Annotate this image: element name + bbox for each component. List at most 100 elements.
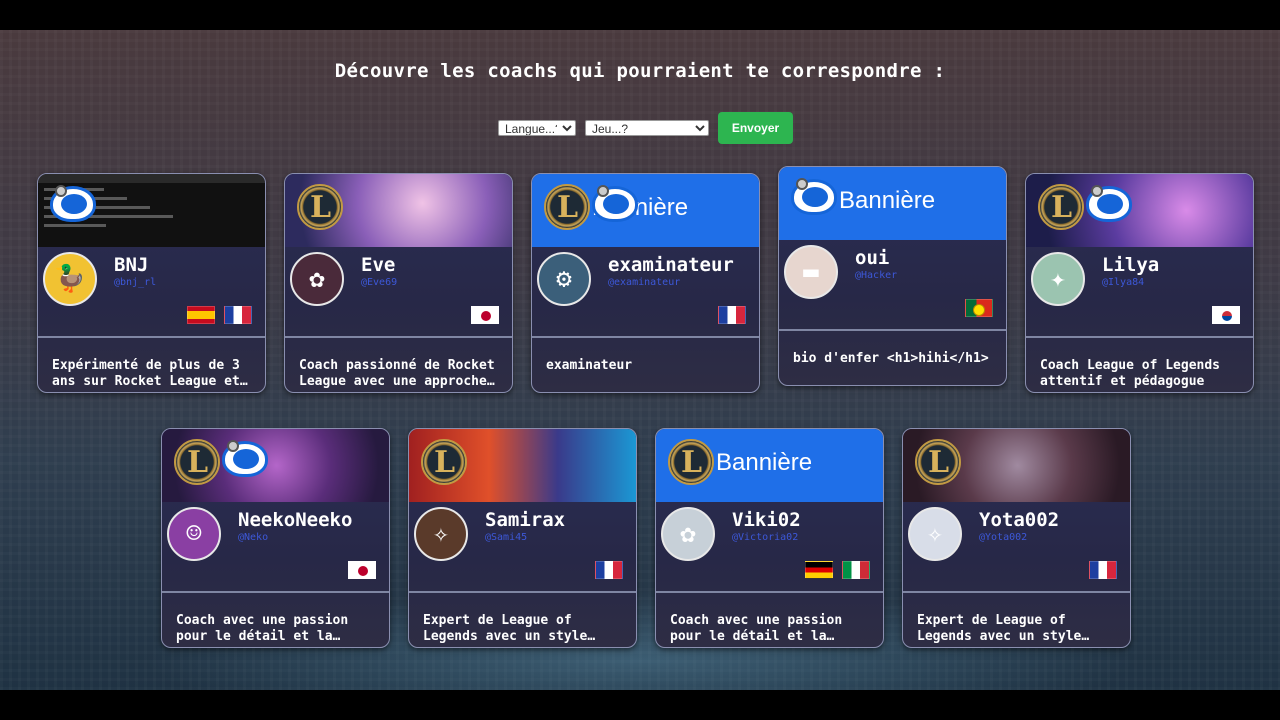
coach-card[interactable]: Bannière L ✿ Viki02 @Victoria02 Coach avec un… (655, 428, 884, 648)
language-flags (348, 561, 376, 579)
banner-text: Bannière (839, 187, 936, 214)
avatar[interactable]: ✿ (661, 507, 715, 561)
avatar-image: ✿ (309, 264, 325, 294)
coach-name[interactable]: Viki02 (732, 509, 801, 531)
league-of-legends-icon: L (174, 439, 220, 485)
coach-name[interactable]: BNJ (114, 254, 148, 276)
avatar[interactable]: ☺ (167, 507, 221, 561)
league-of-legends-icon: L (915, 439, 961, 485)
coach-name[interactable]: Lilya (1102, 254, 1159, 276)
flag-fr-icon (595, 561, 623, 579)
card-divider (285, 336, 512, 338)
coach-name[interactable]: examinateur (608, 254, 734, 276)
avatar-image: ✧ (433, 519, 449, 549)
league-of-legends-glyph: L (310, 190, 332, 225)
rocket-league-icon (222, 440, 268, 477)
coach-name[interactable]: NeekoNeeko (238, 509, 352, 531)
league-of-legends-glyph: L (1051, 190, 1073, 225)
rocket-league-ball (1091, 185, 1103, 197)
language-flags (718, 306, 746, 324)
flag-kr-icon (1212, 306, 1240, 324)
rocket-league-ball (597, 185, 609, 197)
rocket-league-ball (227, 440, 239, 452)
card-divider (779, 329, 1006, 331)
coach-name[interactable]: Eve (361, 254, 395, 276)
coach-handle[interactable]: @Victoria02 (732, 532, 798, 543)
coach-bio: Coach passionné de Rocket League avec un… (299, 358, 495, 389)
game-select[interactable]: Jeu...? (585, 120, 709, 136)
coach-handle[interactable]: @Yota002 (979, 532, 1027, 543)
avatar[interactable]: ✦ (1031, 252, 1085, 306)
avatar[interactable]: ✧ (908, 507, 962, 561)
coach-bio: Coach avec une passion pour le détail et… (176, 613, 349, 644)
avatar[interactable]: ✿ (290, 252, 344, 306)
coach-handle[interactable]: @examinateur (608, 277, 680, 288)
flag-fr-icon (224, 306, 252, 324)
coach-card[interactable]: 🦆 BNJ @bnj_rl Expérimenté de plus de 3 ans … (37, 173, 266, 393)
coach-card[interactable]: L ☺ NeekoNeeko @Neko Coach avec une passion … (161, 428, 390, 648)
coach-card[interactable]: Bannière L ⚙ examinateur @examinateur examina… (531, 173, 760, 393)
terminal-line (44, 224, 106, 227)
league-of-legends-icon: L (668, 439, 714, 485)
language-flags (595, 561, 623, 579)
avatar[interactable]: ▬ (784, 245, 838, 299)
language-flags (187, 306, 252, 324)
coach-card[interactable]: L ✧ Samirax @Sami45 Expert de League of Lege… (408, 428, 637, 648)
coach-card[interactable]: Bannière ▬ oui @Hacker bio d'enfer <h1>hihi<… (778, 166, 1007, 386)
card-divider (532, 336, 759, 338)
coach-discovery-page: Découvre les coachs qui pourraient te co… (0, 30, 1280, 690)
avatar-image: ✦ (1050, 264, 1066, 294)
coach-name[interactable]: oui (855, 247, 889, 269)
flag-jp-icon (348, 561, 376, 579)
avatar-image: ☺ (186, 519, 202, 549)
league-of-legends-glyph: L (187, 445, 209, 480)
rocket-league-icon (1086, 185, 1132, 222)
language-flags (471, 306, 499, 324)
coach-handle[interactable]: @Neko (238, 532, 268, 543)
rocket-league-shield (61, 194, 87, 214)
card-divider (409, 591, 636, 593)
coach-banner: L (285, 174, 512, 247)
coach-bio: Coach League of Legends attentif et péda… (1040, 358, 1221, 389)
coach-bio: Expert de League of Legends avec un styl… (423, 613, 588, 644)
page-title: Découvre les coachs qui pourraient te co… (334, 60, 946, 82)
language-select[interactable]: Langue...? (498, 120, 576, 136)
bottom-letterbox (0, 690, 1280, 720)
coach-banner: Bannière L (656, 429, 883, 502)
avatar[interactable]: ✧ (414, 507, 468, 561)
card-divider (38, 336, 265, 338)
flag-de-icon (805, 561, 833, 579)
coach-banner: L (1026, 174, 1253, 247)
avatar-image: ⚙ (556, 264, 572, 294)
coach-handle[interactable]: @bnj_rl (114, 277, 156, 288)
coach-card[interactable]: L ✦ Lilya @Ilya84 Coach League of Legends at… (1025, 173, 1254, 393)
rocket-league-ball (55, 185, 67, 197)
league-of-legends-glyph: L (434, 445, 456, 480)
flag-fr-icon (718, 306, 746, 324)
coach-banner: L (409, 429, 636, 502)
avatar[interactable]: ⚙ (537, 252, 591, 306)
coach-handle[interactable]: @Sami45 (485, 532, 527, 543)
flag-es-icon (187, 306, 215, 324)
coach-banner: Bannière L (532, 174, 759, 247)
coach-card[interactable]: L ✿ Eve @Eve69 Coach passionné de Rocket Lea… (284, 173, 513, 393)
coach-banner: Bannière (779, 167, 1006, 240)
flag-fr-icon (1089, 561, 1117, 579)
coach-handle[interactable]: @Eve69 (361, 277, 397, 288)
card-divider (162, 591, 389, 593)
submit-button[interactable]: Envoyer (718, 112, 793, 144)
coach-bio: Coach avec une passion pour le détail et… (670, 613, 843, 644)
card-divider (903, 591, 1130, 593)
coach-handle[interactable]: @Hacker (855, 270, 897, 281)
coach-name[interactable]: Yota002 (979, 509, 1059, 531)
top-letterbox (0, 0, 1280, 30)
coach-card[interactable]: L ✧ Yota002 @Yota002 Expert de League of Leg… (902, 428, 1131, 648)
league-of-legends-glyph: L (557, 190, 579, 225)
avatar[interactable]: 🦆 (43, 252, 97, 306)
coach-name[interactable]: Samirax (485, 509, 565, 531)
coach-banner: L (162, 429, 389, 502)
flag-it-icon (842, 561, 870, 579)
rocket-league-icon (791, 178, 837, 215)
card-divider (1026, 336, 1253, 338)
coach-handle[interactable]: @Ilya84 (1102, 277, 1144, 288)
